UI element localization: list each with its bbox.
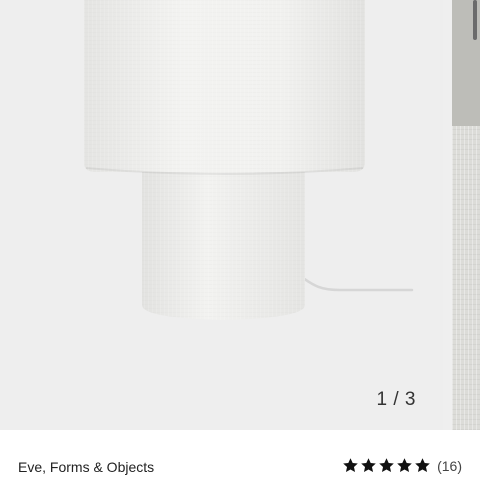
product-rating[interactable]: (16) [342, 457, 462, 474]
star-rating [342, 457, 431, 474]
star-icon [397, 458, 412, 473]
product-info-bar: Eve, Forms & Objects (16) [0, 430, 480, 480]
brand-name[interactable]: Eve, Forms & Objects [18, 459, 154, 475]
scrollbar-thumb[interactable] [473, 0, 477, 40]
star-icon [343, 458, 358, 473]
next-image-preview[interactable] [452, 0, 480, 430]
lamp-illustration [84, 0, 414, 320]
review-count[interactable]: (16) [437, 458, 462, 474]
star-icon [379, 458, 394, 473]
product-image-carousel[interactable]: 1 / 3 [0, 0, 480, 430]
product-image[interactable] [0, 0, 443, 430]
image-counter: 1 / 3 [376, 389, 416, 410]
star-icon [415, 458, 430, 473]
star-icon [361, 458, 376, 473]
